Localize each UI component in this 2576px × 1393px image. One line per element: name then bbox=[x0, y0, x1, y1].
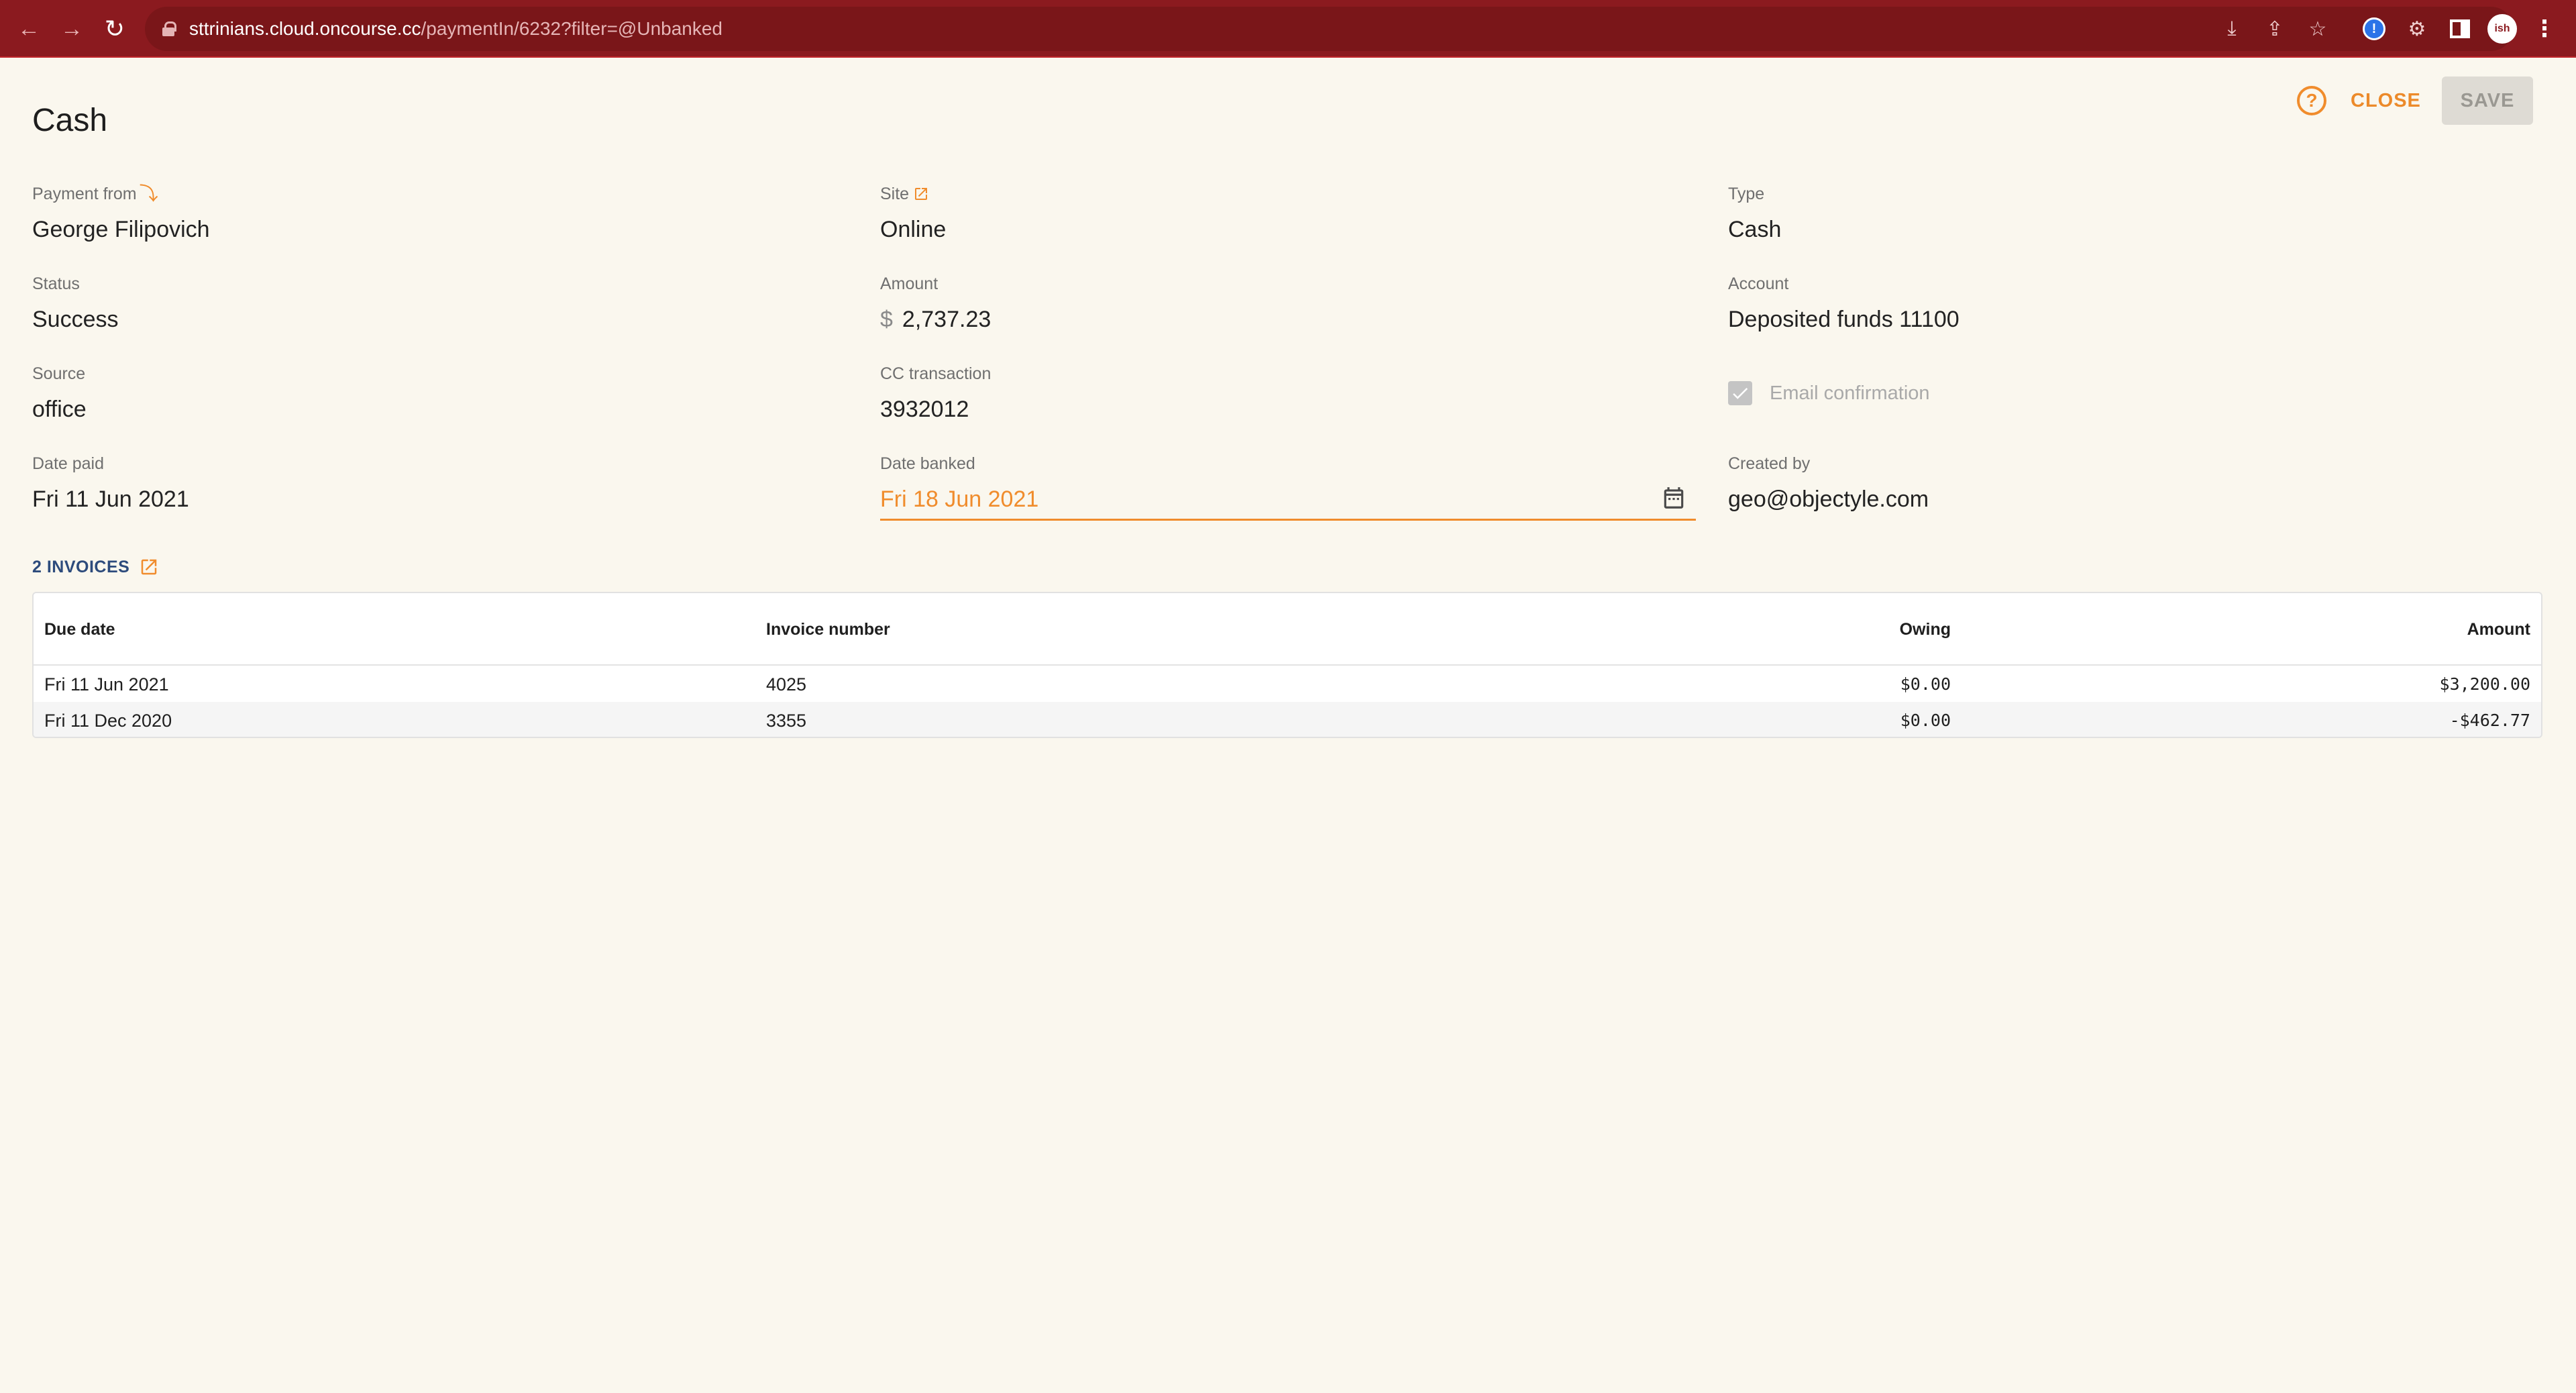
payment-from-value[interactable]: George Filipovich bbox=[32, 216, 210, 243]
email-confirmation-checkbox[interactable]: Email confirmation bbox=[1728, 381, 1930, 405]
cell-invoice-number: 4025 bbox=[766, 674, 807, 694]
email-confirmation-label: Email confirmation bbox=[1770, 382, 1930, 404]
cc-transaction-field: CC transaction 3932012 bbox=[880, 364, 991, 423]
open-link-icon[interactable] bbox=[913, 186, 929, 202]
date-paid-value: Fri 11 Jun 2021 bbox=[32, 486, 189, 512]
date-paid-field: Date paid Fri 11 Jun 2021 bbox=[32, 454, 189, 513]
browser-menu-icon[interactable]: ⋮ bbox=[2530, 15, 2559, 43]
created-by-field: Created by geo@objectyle.com bbox=[1728, 454, 1929, 513]
amount-value: 2,737.23 bbox=[902, 307, 991, 332]
source-label: Source bbox=[32, 364, 86, 383]
source-field: Source office bbox=[32, 364, 87, 423]
table-header: Due date Invoice number Owing Amount bbox=[34, 593, 2541, 666]
site-label: Site bbox=[880, 185, 910, 203]
close-button[interactable]: CLOSE bbox=[2351, 87, 2421, 114]
date-banked-field: Date banked Fri 18 Jun 2021 bbox=[880, 454, 1038, 513]
address-bar[interactable]: sttrinians.cloud.oncourse.cc/paymentIn/6… bbox=[145, 7, 2513, 51]
invoices-count-label: 2 INVOICES bbox=[32, 557, 130, 576]
cell-due-date: Fri 11 Jun 2021 bbox=[44, 674, 169, 694]
currency-symbol: $ bbox=[880, 307, 893, 332]
created-by-label: Created by bbox=[1728, 454, 1811, 473]
profile-avatar[interactable]: ish bbox=[2487, 14, 2517, 44]
url-path: /paymentIn/6232?filter=@Unbanked bbox=[421, 18, 723, 39]
date-banked-label: Date banked bbox=[880, 454, 975, 473]
account-label: Account bbox=[1728, 274, 1789, 293]
lock-icon[interactable] bbox=[162, 21, 176, 36]
cell-due-date: Fri 11 Dec 2020 bbox=[44, 711, 172, 731]
column-header-owing[interactable]: Owing bbox=[1900, 620, 1951, 639]
help-icon[interactable]: ? bbox=[2297, 86, 2326, 115]
status-label: Status bbox=[32, 274, 80, 293]
column-header-due-date[interactable]: Due date bbox=[44, 620, 115, 639]
type-value: Cash bbox=[1728, 217, 1782, 242]
account-field: Account Deposited funds 11100 bbox=[1728, 274, 1960, 333]
amount-field: Amount $2,737.23 bbox=[880, 274, 991, 333]
date-banked-input[interactable]: Fri 18 Jun 2021 bbox=[880, 486, 1038, 513]
page-title: Cash bbox=[32, 103, 108, 138]
forward-arrow-icon[interactable]: → bbox=[56, 13, 87, 44]
date-paid-label: Date paid bbox=[32, 454, 105, 473]
cell-owing: $0.00 bbox=[1900, 674, 1951, 694]
type-label: Type bbox=[1728, 185, 1765, 203]
cc-transaction-label: CC transaction bbox=[880, 364, 991, 383]
payment-from-field: Payment from ⤵ George Filipovich bbox=[32, 184, 210, 243]
calendar-icon[interactable] bbox=[1661, 484, 1686, 511]
bookmark-star-icon[interactable]: ☆ bbox=[2304, 15, 2332, 43]
account-value: Deposited funds 11100 bbox=[1728, 307, 1960, 332]
table-row[interactable]: Fri 11 Jun 2021 4025 $0.00 $3,200.00 bbox=[34, 666, 2541, 702]
cc-transaction-value: 3932012 bbox=[880, 397, 969, 422]
column-header-invoice-number[interactable]: Invoice number bbox=[766, 620, 890, 639]
checkbox-checked-icon[interactable] bbox=[1728, 381, 1752, 405]
back-arrow-icon[interactable]: ← bbox=[13, 13, 44, 44]
url-host: sttrinians.cloud.oncourse.cc bbox=[189, 18, 421, 39]
password-manager-extension-icon[interactable]: ! bbox=[2363, 17, 2385, 40]
open-invoices-link-icon[interactable] bbox=[139, 557, 159, 577]
amount-label: Amount bbox=[880, 274, 938, 293]
cell-amount: -$462.77 bbox=[2449, 711, 2530, 730]
browser-toolbar: ← → ↻ sttrinians.cloud.oncourse.cc/payme… bbox=[0, 0, 2576, 58]
status-field: Status Success bbox=[32, 274, 119, 333]
invoices-heading: 2 INVOICES bbox=[32, 557, 159, 577]
site-value: Online bbox=[880, 217, 947, 242]
payment-from-label: Payment from bbox=[32, 185, 137, 203]
install-app-icon[interactable]: ⤓ bbox=[2218, 15, 2246, 43]
cell-amount: $3,200.00 bbox=[2439, 674, 2530, 694]
date-banked-underline bbox=[880, 519, 1696, 521]
extensions-puzzle-icon[interactable]: ⚙ bbox=[2403, 15, 2431, 43]
column-header-amount[interactable]: Amount bbox=[2467, 620, 2530, 639]
source-value: office bbox=[32, 397, 87, 422]
url-text[interactable]: sttrinians.cloud.oncourse.cc/paymentIn/6… bbox=[189, 18, 722, 40]
site-field: Site Online bbox=[880, 184, 946, 243]
type-field: Type Cash bbox=[1728, 184, 1781, 243]
share-icon[interactable]: ⇪ bbox=[2261, 15, 2289, 43]
invoices-table: Due date Invoice number Owing Amount Fri… bbox=[32, 592, 2542, 738]
save-button[interactable]: SAVE bbox=[2442, 76, 2533, 125]
created-by-value: geo@objectyle.com bbox=[1728, 486, 1929, 512]
contact-link-icon[interactable]: ⤵ bbox=[140, 185, 158, 203]
reload-icon[interactable]: ↻ bbox=[99, 13, 130, 44]
table-row[interactable]: Fri 11 Dec 2020 3355 $0.00 -$462.77 bbox=[34, 702, 2541, 737]
cell-owing: $0.00 bbox=[1900, 711, 1951, 730]
side-panel-icon[interactable] bbox=[2446, 15, 2474, 43]
cell-invoice-number: 3355 bbox=[766, 711, 807, 731]
status-value: Success bbox=[32, 307, 119, 332]
